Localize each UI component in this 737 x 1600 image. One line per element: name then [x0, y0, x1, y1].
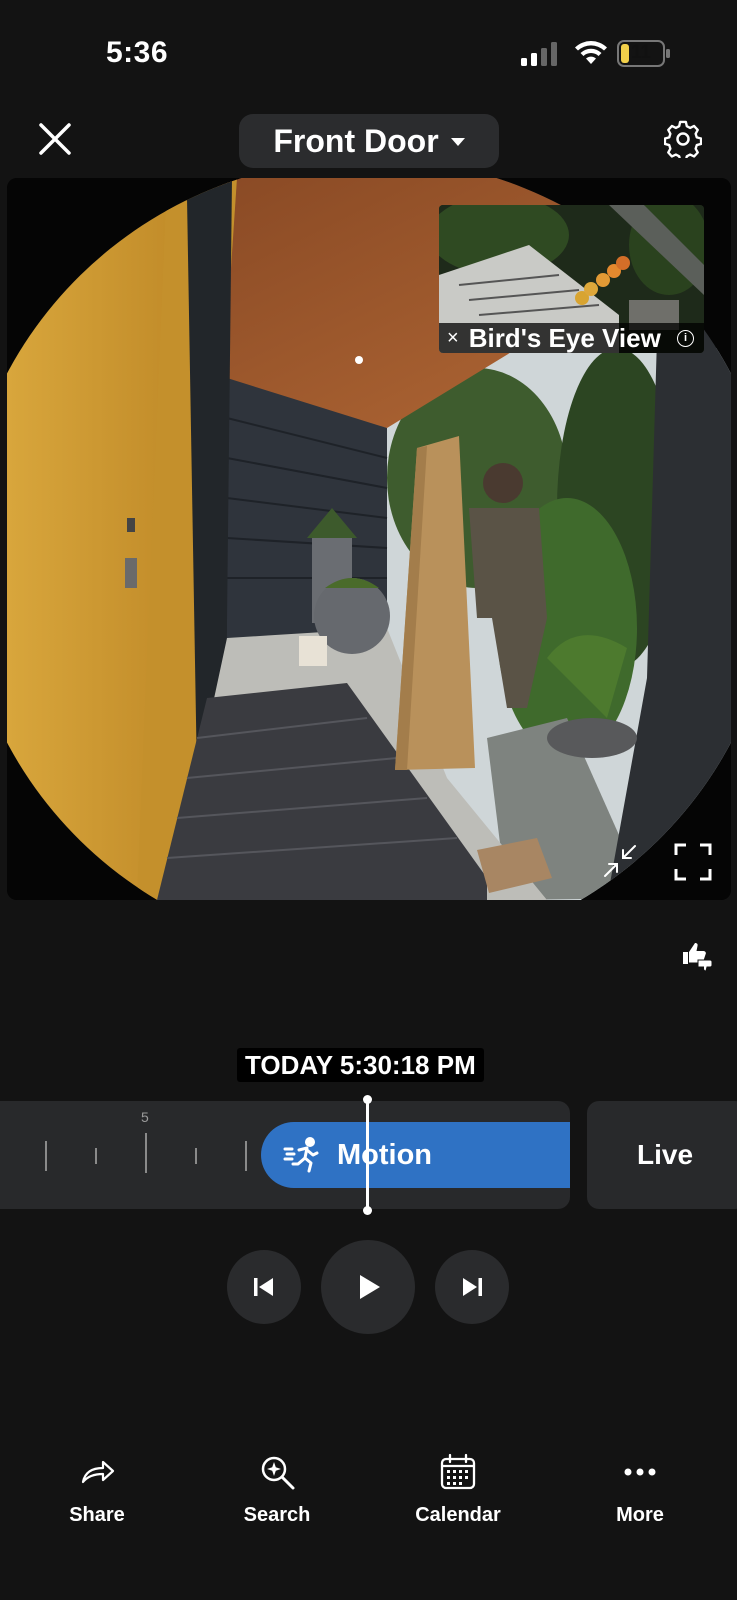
nav-more[interactable]: More — [570, 1452, 710, 1527]
live-button[interactable]: Live — [587, 1101, 737, 1209]
nav-calendar[interactable]: Calendar — [388, 1452, 528, 1527]
nav-search-label: Search — [243, 1504, 311, 1526]
skip-forward-icon — [463, 1278, 482, 1296]
battery-level: 11 — [630, 42, 652, 63]
previous-event-button[interactable] — [227, 1250, 301, 1324]
next-event-button[interactable] — [435, 1250, 509, 1324]
timeline-tick — [195, 1148, 197, 1164]
wifi-icon — [575, 41, 607, 64]
share-icon — [81, 1460, 115, 1484]
timeline-tick-label: 5 — [141, 1109, 149, 1125]
play-icon — [360, 1275, 380, 1299]
fullscreen-icon[interactable] — [674, 843, 712, 881]
timeline-tick — [145, 1133, 147, 1173]
nav-search[interactable]: Search — [207, 1452, 347, 1527]
chevron-down-icon — [450, 138, 465, 146]
close-icon[interactable] — [34, 118, 76, 160]
camera-name: Front Door — [273, 122, 439, 159]
feedback-thumbs-icon[interactable] — [680, 938, 714, 972]
minimize-icon[interactable] — [602, 843, 638, 879]
play-button[interactable] — [321, 1240, 415, 1334]
birds-eye-bar: × Bird's Eye View i — [439, 323, 704, 353]
calendar-icon — [440, 1453, 476, 1490]
nav-calendar-label: Calendar — [415, 1504, 501, 1526]
nav-more-label: More — [616, 1504, 664, 1526]
birds-eye-close-icon[interactable]: × — [447, 327, 459, 350]
birds-eye-label: Bird's Eye View — [468, 322, 661, 353]
motion-event-bar[interactable]: Motion — [261, 1122, 570, 1188]
skip-back-icon — [254, 1278, 273, 1296]
gear-icon[interactable] — [664, 120, 702, 158]
running-person-icon — [283, 1137, 319, 1173]
search-sparkle-icon — [261, 1456, 295, 1490]
motion-event-label: Motion — [337, 1138, 433, 1171]
birds-eye-view-panel[interactable]: × Bird's Eye View i — [439, 205, 704, 353]
nav-share[interactable]: Share — [27, 1452, 167, 1527]
info-icon[interactable]: i — [677, 329, 694, 347]
timeline-tick — [45, 1141, 47, 1171]
timeline-track[interactable]: 5 Motion — [0, 1101, 570, 1209]
timeline-playhead[interactable] — [363, 1095, 372, 1215]
camera-selector[interactable]: Front Door — [239, 114, 499, 168]
timeline-timestamp: TODAY 5:30:18 PM — [237, 1048, 484, 1082]
timeline-tick — [95, 1148, 97, 1164]
nav-share-label: Share — [69, 1504, 125, 1526]
status-time: 5:36 — [106, 36, 169, 69]
battery-icon: 11 — [617, 40, 671, 67]
timeline-tick — [245, 1141, 247, 1171]
more-dots-icon — [624, 1468, 656, 1476]
cellular-signal-icon — [521, 42, 557, 66]
